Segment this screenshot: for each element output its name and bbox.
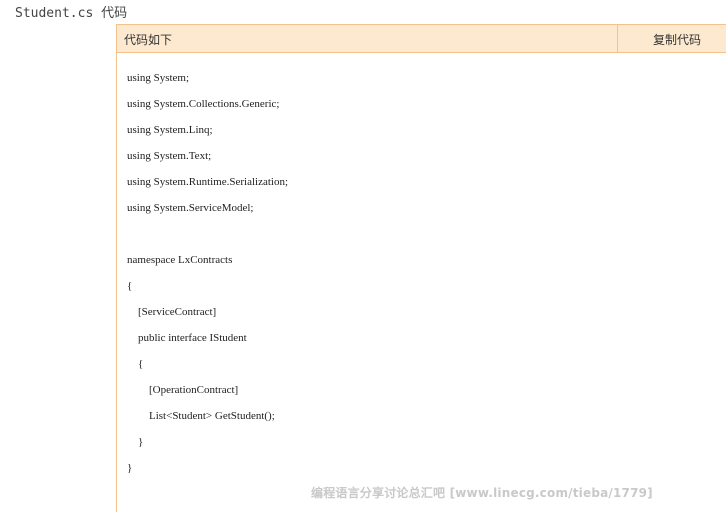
code-line: public interface IStudent [127, 332, 247, 344]
code-line: [OperationContract] [127, 384, 239, 396]
code-line: using System.Collections.Generic; [127, 98, 280, 110]
copy-code-button[interactable]: 复制代码 [653, 31, 701, 48]
code-header-title: 代码如下 [124, 33, 173, 47]
code-line: { [127, 358, 144, 370]
code-line: using System.Runtime.Serialization; [127, 176, 289, 188]
code-line: using System; [127, 72, 190, 84]
code-line: List<Student> GetStudent(); [127, 410, 275, 422]
code-line: } [127, 462, 133, 474]
code-line: [ServiceContract] [127, 306, 217, 318]
code-line: using System.Linq; [127, 124, 213, 136]
code-line: namespace LxContracts [127, 254, 233, 266]
code-header: 代码如下 复制代码 [117, 25, 726, 53]
code-line: } [127, 436, 144, 448]
code-body: using System; using System.Collections.G… [127, 65, 717, 481]
copy-cell: 复制代码 [617, 25, 726, 52]
code-block: 代码如下 复制代码 using System; using System.Col… [116, 24, 726, 512]
file-title: Student.cs 代码 [15, 6, 128, 21]
code-line: { [127, 280, 133, 292]
code-line: using System.Text; [127, 150, 212, 162]
watermark: 编程语言分享讨论总汇吧 [www.linecg.com/tieba/1779] [311, 486, 653, 500]
code-line: using System.ServiceModel; [127, 202, 254, 214]
